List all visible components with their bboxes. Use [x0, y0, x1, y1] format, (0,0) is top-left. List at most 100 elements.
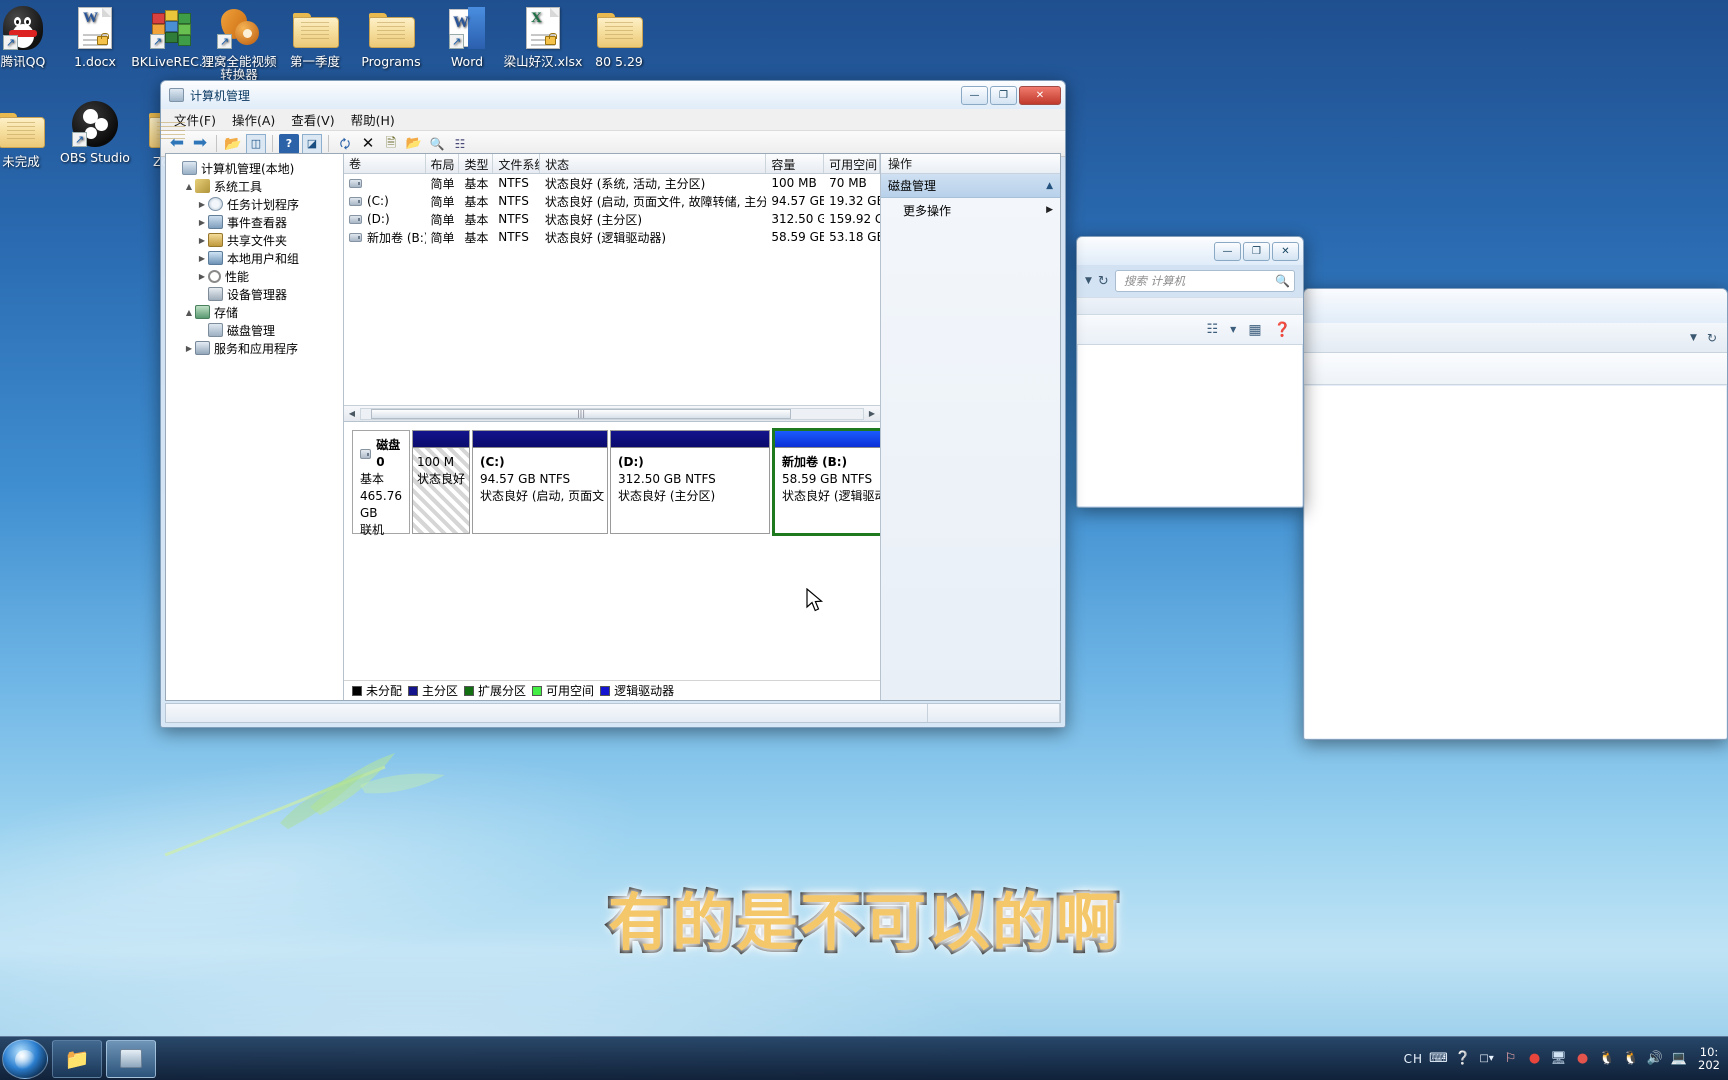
partition-d[interactable]: (D:) 312.50 GB NTFS 状态良好 (主分区) — [610, 430, 770, 534]
column-header-volume[interactable]: 卷 — [344, 154, 426, 173]
disk-info-panel[interactable]: 磁盘 0 基本 465.76 GB 联机 — [352, 430, 410, 537]
sidebar-item-device-manager[interactable]: 设备管理器 — [170, 285, 343, 303]
sidebar-item-services-applications[interactable]: ▶ 服务和应用程序 — [170, 339, 343, 357]
sidebar-item-performance[interactable]: ▶ 性能 — [170, 267, 343, 285]
flag-action-center-icon[interactable]: ⚐ — [1502, 1050, 1519, 1067]
explorer-toolbar[interactable]: ☷ ▼ ▦ ❓ — [1077, 315, 1303, 345]
actions-section-disk-management[interactable]: 磁盘管理 ▲ — [881, 174, 1060, 198]
explorer-menubar[interactable] — [1077, 297, 1303, 315]
sidebar-item-disk-management[interactable]: 磁盘管理 — [170, 321, 343, 339]
disk-row-0[interactable]: 磁盘 0 基本 465.76 GB 联机 100 M 状态良好 (C:) 94.… — [352, 428, 880, 537]
keyboard-icon[interactable]: ⌨ — [1429, 1050, 1448, 1067]
network-icon[interactable]: 💻 — [1670, 1050, 1687, 1067]
chevron-down-icon[interactable]: ▼ — [1690, 333, 1697, 343]
chevron-right-icon[interactable]: ▶ — [1046, 205, 1053, 215]
column-header-type[interactable]: 类型 — [459, 154, 494, 173]
partition-b-new-volume[interactable]: 新加卷 (B:) 58.59 GB NTFS 状态良好 (逻辑驱动器 — [772, 428, 880, 536]
action-item-more-actions[interactable]: 更多操作 ▶ — [881, 198, 1060, 222]
refresh-icon[interactable]: 🗘 — [335, 134, 355, 154]
volume-list[interactable]: 卷 布局 类型 文件系统 状态 容量 可用空间 简单 基本 NTFS 状态良好 … — [344, 154, 880, 422]
table-row[interactable]: (C:) 简单 基本 NTFS 状态良好 (启动, 页面文件, 故障转储, 主分… — [344, 192, 880, 210]
forward-arrow-icon[interactable]: ➡ — [190, 134, 210, 154]
show-action-pane-icon[interactable]: ◪ — [302, 133, 322, 154]
desktop-icon-liangshan-xlsx[interactable]: X 梁山好汉.xlsx — [500, 4, 586, 68]
change-view-icon[interactable]: ☷ — [1207, 322, 1219, 337]
menu-action[interactable]: 操作(A) — [225, 108, 282, 131]
preview-pane-icon[interactable]: ▦ — [1248, 322, 1261, 338]
twisty-collapsed-icon[interactable]: ▶ — [196, 272, 208, 281]
partition-system-reserved[interactable]: 100 M 状态良好 — [412, 430, 470, 534]
obs-tray-icon[interactable]: ● — [1574, 1050, 1591, 1067]
sidebar-item-local-users-groups[interactable]: ▶ 本地用户和组 — [170, 249, 343, 267]
twisty-collapsed-icon[interactable]: ▶ — [196, 218, 208, 227]
sogou-input-icon[interactable]: ● — [1526, 1050, 1543, 1067]
rescan-disks-icon[interactable]: ☷ — [450, 134, 470, 154]
explorer-window[interactable]: — ❐ ✕ ▼ ↻ 搜索 计算机 🔍 ☷ ▼ ▦ ❓ — [1076, 236, 1304, 508]
graphical-disk-view[interactable]: 磁盘 0 基本 465.76 GB 联机 100 M 状态良好 (C:) 94.… — [344, 422, 880, 700]
tree-root-item[interactable]: 计算机管理(本地) — [170, 159, 343, 177]
scrollbar-track[interactable]: ||| — [360, 407, 864, 420]
sidebar-item-system-tools[interactable]: ▲ 系统工具 — [170, 177, 343, 195]
table-row[interactable]: (D:) 简单 基本 NTFS 状态良好 (主分区) 312.50 GB 159… — [344, 210, 880, 228]
volume-icon[interactable]: 🔊 — [1646, 1050, 1663, 1067]
explorer-close-button[interactable]: ✕ — [1272, 241, 1299, 261]
ime-indicator[interactable]: CH — [1404, 1052, 1423, 1066]
column-header-filesystem[interactable]: 文件系统 — [493, 154, 541, 173]
sidebar-item-task-scheduler[interactable]: ▶ 任务计划程序 — [170, 195, 343, 213]
column-header-layout[interactable]: 布局 — [426, 154, 460, 173]
cm-titlebar[interactable]: 计算机管理 — ❐ ✕ — [161, 81, 1065, 109]
console-tree[interactable]: 计算机管理(本地) ▲ 系统工具 ▶ 任务计划程序 ▶ 事件查看器 ▶ 共享文件… — [166, 154, 344, 700]
sidebar-item-shared-folders[interactable]: ▶ 共享文件夹 — [170, 231, 343, 249]
menu-view[interactable]: 查看(V) — [284, 108, 341, 131]
scroll-left-arrow-icon[interactable]: ◀ — [344, 409, 360, 418]
twisty-collapsed-icon[interactable]: ▶ — [196, 200, 208, 209]
taskbar-clock[interactable]: 10: 202 — [1694, 1045, 1720, 1072]
cm-close-button[interactable]: ✕ — [1019, 85, 1061, 105]
refresh-icon[interactable]: ↻ — [1707, 331, 1717, 345]
help-icon[interactable]: ❓ — [1274, 322, 1291, 338]
taskbar-item-explorer[interactable]: 📁 — [52, 1039, 102, 1078]
help-icon[interactable]: ? — [279, 133, 299, 154]
qq-tray-icon-2[interactable]: 🐧 — [1622, 1050, 1639, 1067]
desktop-icon-1-docx[interactable]: W 1.docx — [52, 4, 138, 68]
column-header-freespace[interactable]: 可用空间 — [824, 154, 880, 173]
search-input[interactable]: 搜索 计算机 — [1124, 273, 1275, 289]
chevron-down-icon[interactable]: ▼ — [1085, 276, 1092, 286]
taskbar-item-computer-management[interactable] — [106, 1039, 156, 1078]
desktop-icon-word[interactable]: W ↗ Word — [424, 4, 510, 68]
column-header-capacity[interactable]: 容量 — [766, 154, 825, 173]
search-icon[interactable]: 🔍 — [1275, 274, 1290, 288]
explorer-minimize-button[interactable]: — — [1214, 241, 1241, 261]
screen-capture-icon[interactable]: 🖥 — [1550, 1050, 1567, 1067]
explorer2-toolbar[interactable] — [1304, 353, 1727, 385]
desktop-icon-obs-studio[interactable]: ↗ OBS Studio — [52, 100, 138, 164]
taskbar[interactable]: 📁 CH ⌨ ❔ □▾ ⚐ ● 🖥 ● 🐧 🐧 🔊 💻 10: 202 — [0, 1036, 1728, 1080]
desktop-icon-80-529[interactable]: 80 5.29 — [576, 4, 662, 68]
volume-list-horizontal-scrollbar[interactable]: ◀ ||| ▶ — [344, 405, 880, 421]
chevron-up-icon[interactable]: ▲ — [1046, 181, 1053, 191]
twisty-expanded-icon[interactable]: ▲ — [183, 308, 195, 317]
explorer-window-secondary[interactable]: ▼ ↻ — [1303, 288, 1728, 740]
help-icon[interactable]: ❔ — [1454, 1050, 1471, 1067]
explorer2-titlebar[interactable] — [1304, 289, 1727, 323]
explorer-titlebar[interactable]: — ❐ ✕ — [1077, 237, 1303, 265]
table-row[interactable]: 简单 基本 NTFS 状态良好 (系统, 活动, 主分区) 100 MB 70 … — [344, 174, 880, 192]
computer-management-window[interactable]: 计算机管理 — ❐ ✕ 文件(F) 操作(A) 查看(V) 帮助(H) ⬅ ➡ … — [160, 80, 1066, 728]
desktop-icon-video-converter[interactable]: ↗ 狸窝全能视频转换器 — [196, 4, 282, 81]
open-icon[interactable]: 📂 — [404, 134, 424, 154]
scroll-right-arrow-icon[interactable]: ▶ — [864, 409, 880, 418]
cm-maximize-button[interactable]: ❐ — [990, 85, 1017, 105]
up-folder-icon[interactable]: 📂 — [223, 134, 243, 154]
refresh-icon[interactable]: ↻ — [1098, 274, 1109, 289]
sidebar-item-storage[interactable]: ▲ 存储 — [170, 303, 343, 321]
explorer2-addressbar[interactable]: ▼ ↻ — [1304, 323, 1727, 353]
desktop-icon-first-quarter[interactable]: 第一季度 — [272, 4, 358, 68]
qq-tray-icon[interactable]: 🐧 — [1598, 1050, 1615, 1067]
twisty-collapsed-icon[interactable]: ▶ — [196, 236, 208, 245]
menu-help[interactable]: 帮助(H) — [344, 108, 402, 131]
scrollbar-thumb[interactable]: ||| — [371, 408, 791, 419]
desktop-icon-programs[interactable]: Programs — [348, 4, 434, 68]
delete-icon[interactable]: ✕ — [358, 134, 378, 154]
start-button[interactable] — [2, 1038, 48, 1079]
properties-icon[interactable]: 🗎 — [381, 134, 401, 154]
